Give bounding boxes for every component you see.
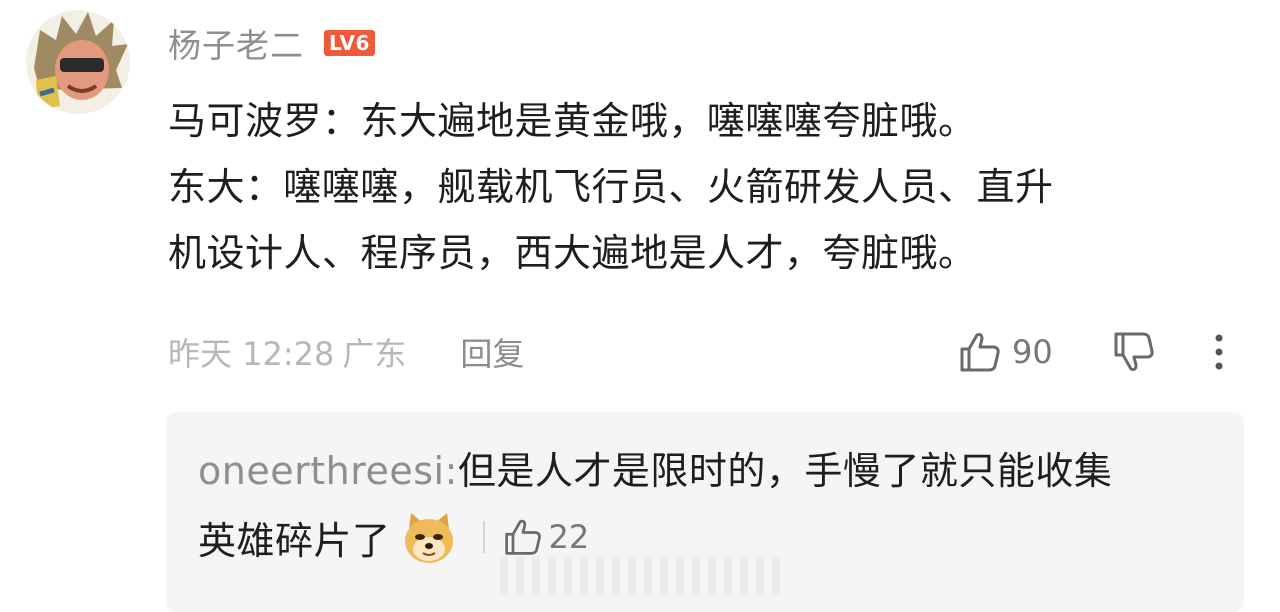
reply-line-1: oneerthreesi:但是人才是限时的，手慢了就只能收集 xyxy=(198,438,1208,504)
comment-text: 马可波罗：东大遍地是黄金哦，噻噻噻夸脏哦。 东大：噻噻噻，舰载机飞行员、火箭研发… xyxy=(168,99,1054,275)
thumbs-up-icon xyxy=(960,333,1000,372)
blurred-text xyxy=(500,556,780,596)
like-count: 90 xyxy=(1012,333,1053,371)
more-vertical-icon xyxy=(1215,334,1223,370)
doge-emoji-icon xyxy=(404,513,453,563)
reply-text-line-1: 但是人才是限时的，手慢了就只能收集 xyxy=(457,449,1113,493)
more-options-button[interactable] xyxy=(1204,330,1234,374)
dislike-button[interactable] xyxy=(1112,331,1158,373)
comment-meta: 昨天 12:28 广东 回复 xyxy=(168,327,524,377)
comment-header: 杨子老二 LV6 xyxy=(168,18,375,68)
reply-author[interactable]: oneerthreesi: xyxy=(198,449,458,493)
reply-button[interactable]: 回复 xyxy=(460,329,524,375)
username[interactable]: 杨子老二 xyxy=(168,19,304,67)
reply-text-line-2: 英雄碎片了 xyxy=(198,518,391,563)
divider xyxy=(482,521,485,553)
reply-like-count: 22 xyxy=(548,518,590,556)
like-button[interactable]: 90 xyxy=(958,327,1053,377)
thumbs-up-icon xyxy=(504,519,541,555)
thumbs-down-icon xyxy=(1114,332,1154,371)
level-badge: LV6 xyxy=(324,30,375,56)
reply-like-button[interactable]: 22 xyxy=(503,517,590,557)
comment-time: 昨天 12:28 xyxy=(168,335,335,373)
avatar[interactable] xyxy=(26,10,130,114)
comment-region: 广东 xyxy=(342,335,407,373)
